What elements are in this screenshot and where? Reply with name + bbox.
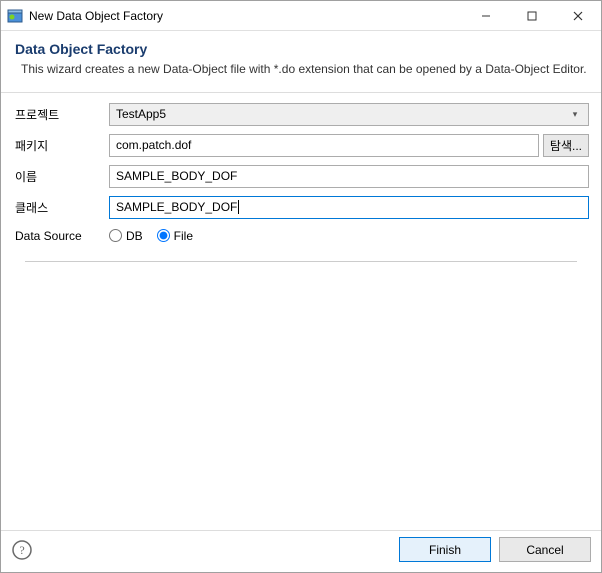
label-package: 패키지 — [13, 137, 109, 154]
label-class: 클래스 — [13, 199, 109, 216]
dialog-window: New Data Object Factory Data Object Fact… — [0, 0, 602, 573]
radio-db-input[interactable] — [109, 229, 122, 242]
radio-file-label: File — [174, 229, 193, 243]
browse-button[interactable]: 탐색... — [543, 134, 589, 157]
name-input[interactable] — [109, 165, 589, 188]
wizard-header: Data Object Factory This wizard creates … — [1, 31, 601, 93]
row-package: 패키지 탐색... — [13, 134, 589, 157]
class-value: SAMPLE_BODY_DOF — [116, 200, 237, 214]
label-datasource: Data Source — [13, 229, 109, 243]
minimize-button[interactable] — [463, 1, 509, 30]
radio-file-input[interactable] — [157, 229, 170, 242]
package-input[interactable] — [109, 134, 539, 157]
row-datasource: Data Source DB File — [13, 229, 589, 243]
finish-button[interactable]: Finish — [399, 537, 491, 562]
window-controls — [463, 1, 601, 30]
project-dropdown[interactable]: TestApp5 ▾ — [109, 103, 589, 126]
chevron-down-icon: ▾ — [568, 109, 582, 120]
cancel-button[interactable]: Cancel — [499, 537, 591, 562]
form-area: 프로젝트 TestApp5 ▾ 패키지 탐색... 이름 클래스 — [1, 93, 601, 530]
class-input[interactable]: SAMPLE_BODY_DOF — [109, 196, 589, 219]
row-name: 이름 — [13, 165, 589, 188]
radio-file[interactable]: File — [157, 229, 193, 243]
radio-db[interactable]: DB — [109, 229, 143, 243]
separator — [25, 261, 577, 262]
radio-db-label: DB — [126, 229, 143, 243]
label-name: 이름 — [13, 168, 109, 185]
help-icon[interactable]: ? — [11, 539, 33, 561]
app-icon — [7, 8, 23, 24]
page-title: Data Object Factory — [15, 41, 587, 57]
titlebar: New Data Object Factory — [1, 1, 601, 31]
datasource-radio-group: DB File — [109, 229, 193, 243]
label-project: 프로젝트 — [13, 106, 109, 123]
project-value: TestApp5 — [116, 107, 568, 121]
footer: ? Finish Cancel — [1, 530, 601, 572]
close-button[interactable] — [555, 1, 601, 30]
window-title: New Data Object Factory — [29, 9, 463, 23]
svg-text:?: ? — [19, 543, 24, 557]
maximize-button[interactable] — [509, 1, 555, 30]
page-description: This wizard creates a new Data-Object fi… — [15, 61, 587, 78]
row-project: 프로젝트 TestApp5 ▾ — [13, 103, 589, 126]
row-class: 클래스 SAMPLE_BODY_DOF — [13, 196, 589, 219]
text-caret — [238, 200, 239, 214]
